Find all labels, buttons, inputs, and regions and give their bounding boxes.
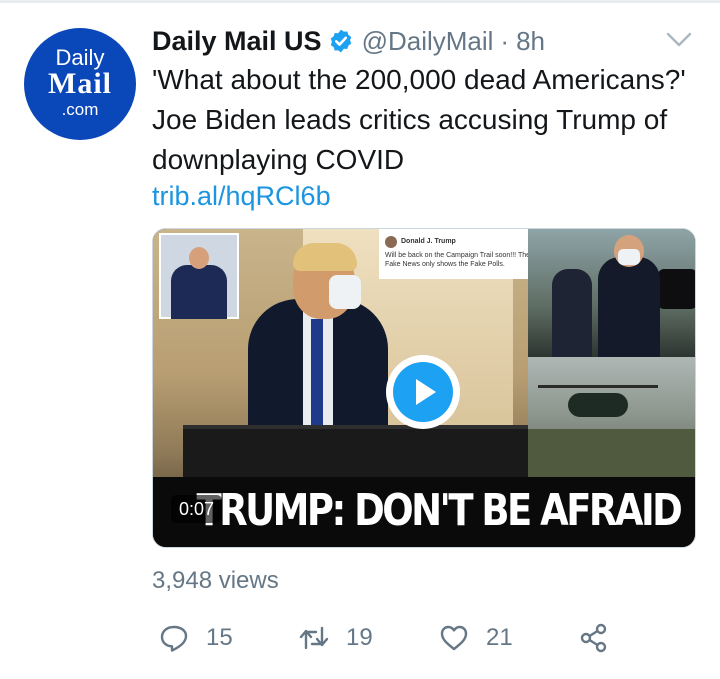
verified-badge-icon <box>330 29 351 53</box>
tweet-timestamp[interactable]: 8h <box>516 26 545 57</box>
like-button[interactable]: 21 <box>438 618 513 658</box>
top-divider <box>0 0 720 3</box>
inset-helicopter-photo <box>528 357 695 477</box>
reply-button[interactable]: 15 <box>158 618 233 658</box>
share-button[interactable] <box>578 618 610 658</box>
tweet-text: 'What about the 200,000 dead Americans?'… <box>152 64 686 175</box>
heart-icon <box>440 625 468 651</box>
embedded-tweet-screenshot: Donald J. Trump Will be back on the Camp… <box>379 229 539 279</box>
inset-salute-photo <box>159 233 239 319</box>
like-count: 21 <box>486 624 513 651</box>
video-headline: TRUMP: DON'T BE AFRAID <box>196 485 683 536</box>
share-icon <box>580 623 607 653</box>
embedded-tweet-text: Will be back on the Campaign Trail soon!… <box>385 252 531 268</box>
retweet-count: 19 <box>346 624 373 651</box>
chevron-down-icon[interactable] <box>664 30 694 50</box>
play-icon <box>416 379 436 405</box>
video-player[interactable]: Donald J. Trump Will be back on the Camp… <box>152 228 696 548</box>
play-button[interactable] <box>386 355 460 429</box>
inset-walking-photo <box>528 229 695 357</box>
reply-icon <box>160 625 188 652</box>
avatar-wordmark-mail: Mail <box>48 67 112 100</box>
header-separator: · <box>500 25 510 56</box>
display-name[interactable]: Daily Mail US <box>152 26 322 57</box>
tweet-actions: 15 19 21 <box>152 618 622 658</box>
embedded-tweet-author: Donald J. Trump <box>401 238 456 245</box>
avatar[interactable]: Daily Mail .com <box>24 28 136 140</box>
view-count: 3,948 views <box>152 567 279 594</box>
tweet-header: Daily Mail US @DailyMail · 8h <box>152 22 545 60</box>
tweet-link[interactable]: trib.al/hqRCl6b <box>152 178 331 214</box>
account-handle[interactable]: @DailyMail <box>362 26 494 57</box>
retweet-button[interactable]: 19 <box>298 618 373 658</box>
reply-count: 15 <box>206 624 233 651</box>
video-duration: 0:07 <box>171 495 223 523</box>
retweet-icon <box>299 626 329 650</box>
avatar-wordmark-com: .com <box>61 100 99 119</box>
embedded-tweet-avatar <box>385 236 397 248</box>
